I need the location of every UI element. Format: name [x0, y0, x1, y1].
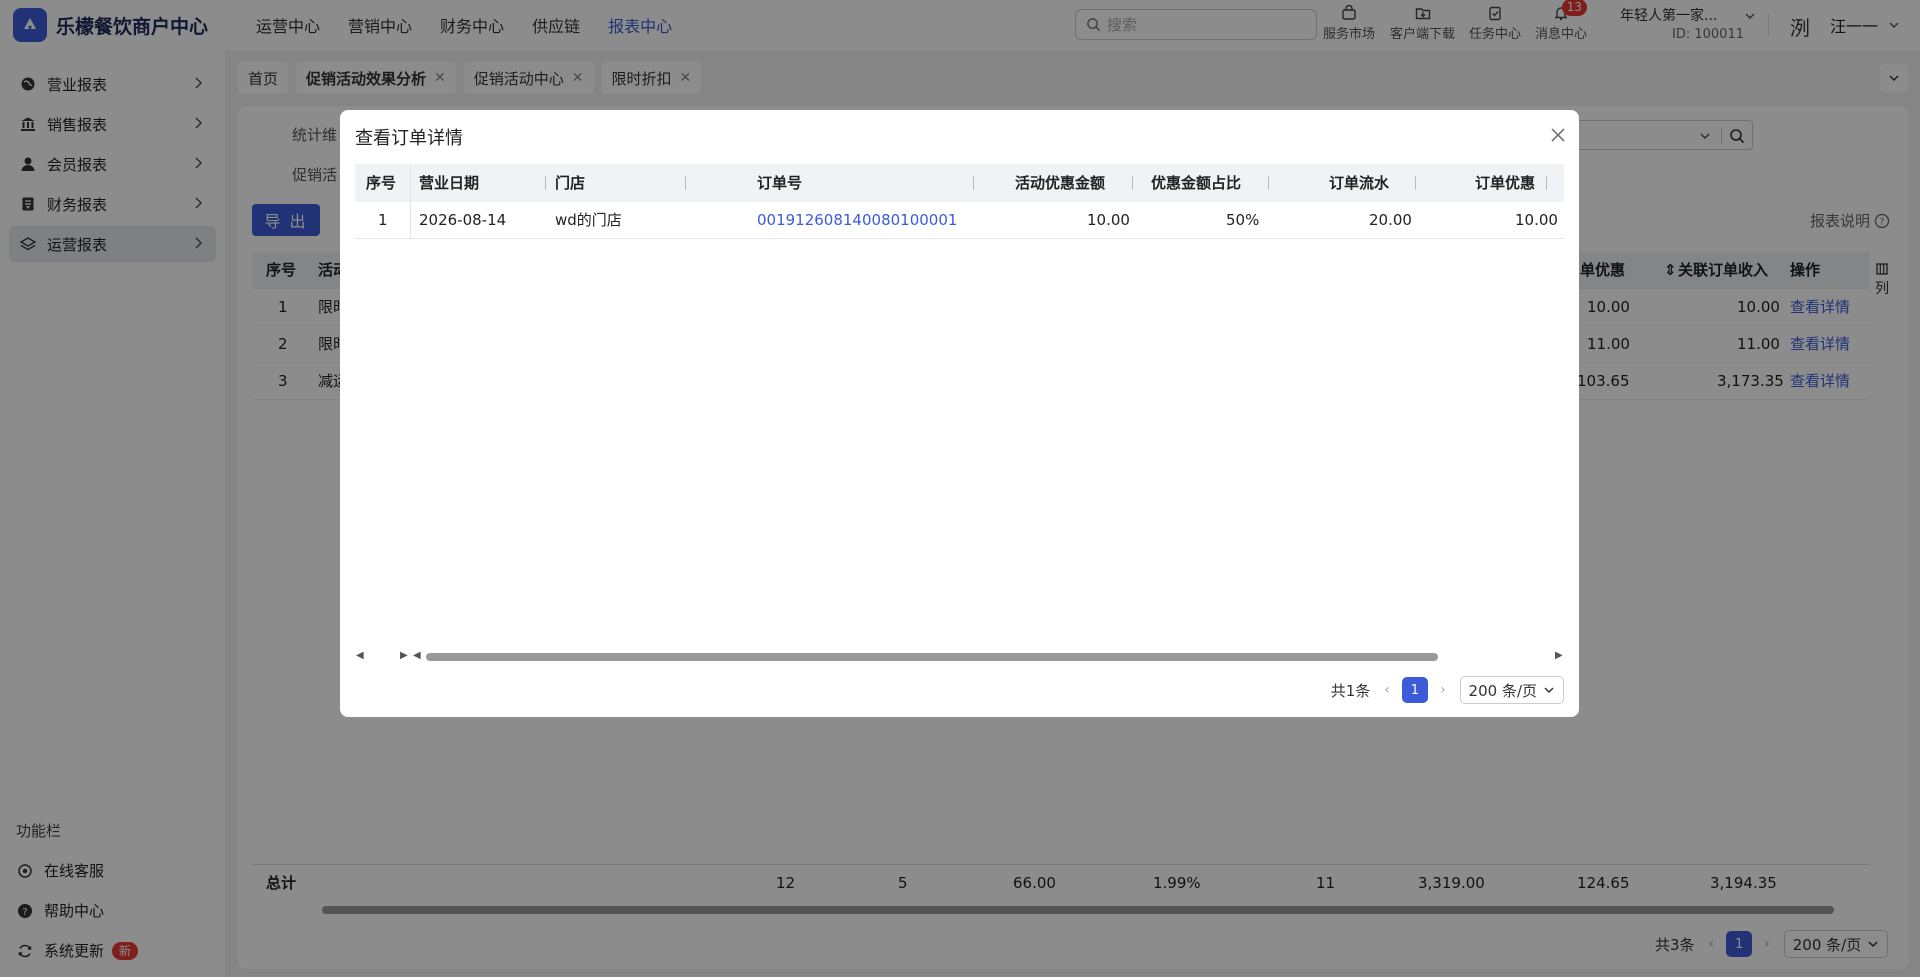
page-number[interactable]: 1: [1401, 677, 1428, 703]
row-promo-amount: 10.00: [1087, 211, 1130, 229]
close-icon[interactable]: [1547, 124, 1569, 146]
modal-title: 查看订单详情: [355, 128, 463, 149]
row-order-discount: 10.00: [1515, 211, 1558, 229]
header-order-flow: 订单流水: [1329, 174, 1390, 192]
order-number-link[interactable]: 001912608140080100001: [757, 202, 957, 239]
scroll-left-icon[interactable]: ◀: [356, 650, 364, 661]
row-store: wd的门店: [555, 211, 622, 229]
header-index: 序号: [366, 174, 397, 192]
total-count: 共1条: [1330, 681, 1371, 700]
table-header: 序号 营业日期 门店 订单号 活动优惠金额 优惠金额占比 订单流水 订单优惠: [355, 164, 1564, 239]
row-promo-ratio: 50%: [1226, 211, 1260, 229]
header-promo-amount: 活动优惠金额: [1015, 174, 1106, 192]
header-order-no: 订单号: [757, 174, 803, 192]
prev-page-icon[interactable]: ‹: [1384, 682, 1390, 698]
chevron-down-icon: [1544, 687, 1554, 694]
row-order-flow: 20.00: [1369, 211, 1412, 229]
next-page-icon[interactable]: ›: [1440, 682, 1446, 698]
scroll-right-icon[interactable]: ▶: [1555, 650, 1563, 661]
scroll-left-icon[interactable]: ◀: [413, 650, 421, 661]
row-date: 2026-08-14: [419, 211, 507, 229]
order-details-modal: 查看订单详情 序号 营业日期 门店 订单号 活动优惠金额 优惠金额占比 订单流水…: [340, 110, 1579, 717]
scroll-right-icon[interactable]: ▶: [400, 650, 408, 661]
header-date: 营业日期: [419, 174, 480, 192]
page-size-label: 200 条/页: [1468, 681, 1537, 700]
header-promo-ratio: 优惠金额占比: [1151, 174, 1242, 192]
header-order-discount: 订单优惠: [1475, 174, 1536, 192]
table-row: 1 2026-08-14 wd的门店 001912608140080100001…: [355, 202, 1564, 239]
page-size-select[interactable]: 200 条/页: [1459, 676, 1564, 704]
horizontal-scrollbar[interactable]: [426, 653, 1438, 661]
row-index: 1: [378, 211, 388, 229]
modal-pagination: 共1条 ‹ 1 › 200 条/页: [1331, 676, 1564, 704]
header-store: 门店: [555, 174, 586, 192]
